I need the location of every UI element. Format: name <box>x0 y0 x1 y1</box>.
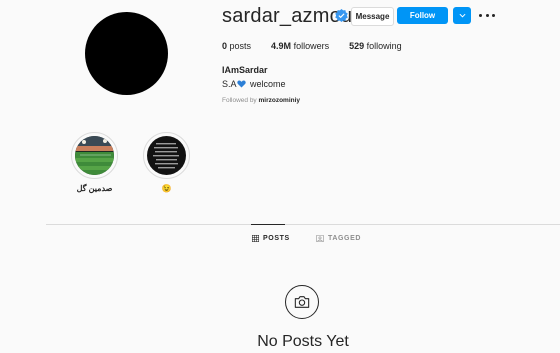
suggestions-dropdown-button[interactable] <box>453 7 471 24</box>
stat-following[interactable]: 529 following <box>349 41 402 51</box>
chevron-down-icon <box>459 13 465 18</box>
stat-posts: 0 posts <box>222 41 251 51</box>
profile-stats: 0 posts 4.9M followers 529 following <box>222 41 422 51</box>
tab-posts[interactable]: POSTS <box>252 235 290 242</box>
tab-tagged[interactable]: TAGGED <box>316 235 361 242</box>
posts-label: posts <box>229 41 252 51</box>
blue-heart-icon <box>236 80 246 88</box>
following-label: following <box>366 41 402 51</box>
stat-followers[interactable]: 4.9M followers <box>271 41 329 51</box>
posts-count: 0 <box>222 41 228 51</box>
camera-icon <box>294 296 310 308</box>
followers-count: 4.9M <box>271 41 292 51</box>
followed-by-user[interactable]: mirzozominiy <box>259 97 301 104</box>
profile-bio: S.A welcome <box>222 79 286 89</box>
tab-tagged-label: TAGGED <box>328 235 362 242</box>
grid-icon <box>252 235 259 242</box>
verified-badge-icon <box>335 9 348 22</box>
active-tab-indicator <box>251 224 285 225</box>
story-highlight[interactable] <box>143 132 190 179</box>
empty-state-text: No Posts Yet <box>257 333 349 350</box>
bio-text-welcome: welcome <box>250 79 286 89</box>
message-button[interactable]: Message <box>351 7 394 26</box>
follow-button[interactable]: Follow <box>397 7 448 24</box>
highlight-label: 😉 <box>161 184 172 193</box>
highlight-cover-stadium <box>75 136 114 175</box>
highlight-cover-text <box>147 136 186 175</box>
followers-label: followers <box>293 41 330 51</box>
tabs-divider <box>46 224 560 225</box>
following-count: 529 <box>349 41 365 51</box>
profile-avatar[interactable] <box>85 12 168 95</box>
profile-full-name: IAmSardar <box>222 65 268 75</box>
tag-user-icon <box>316 235 324 242</box>
followed-by[interactable]: Followed by mirzozominiy <box>222 97 300 104</box>
more-options-icon[interactable] <box>479 8 495 22</box>
followed-by-prefix: Followed by <box>222 97 257 104</box>
bio-text: S.A <box>222 79 237 89</box>
highlight-label: صدمین گل <box>76 184 113 193</box>
tab-posts-label: POSTS <box>263 235 290 242</box>
empty-state-camera <box>285 285 319 319</box>
story-highlight[interactable] <box>71 132 118 179</box>
